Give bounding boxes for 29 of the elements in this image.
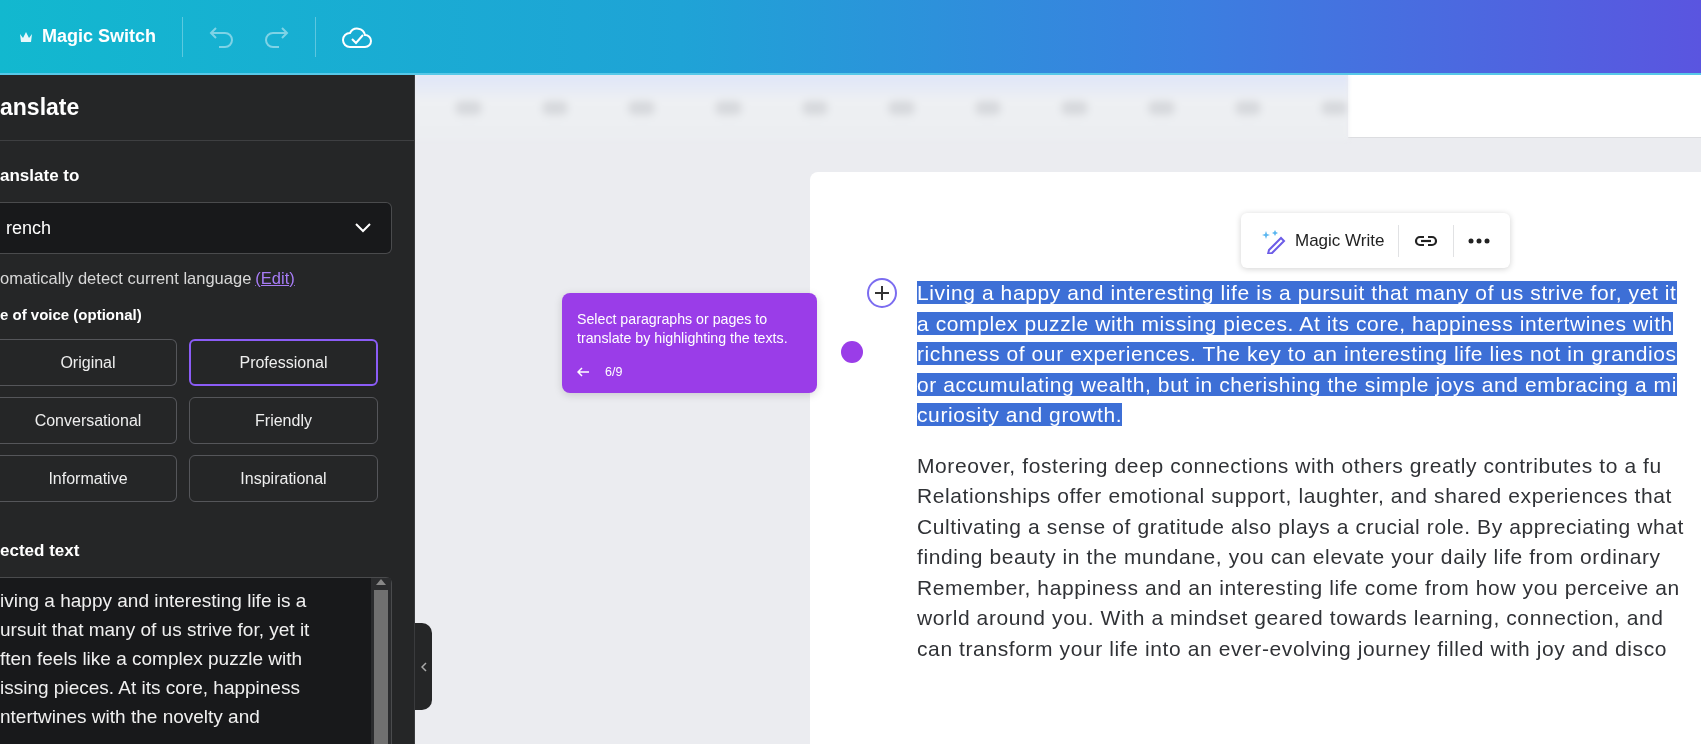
redo-icon xyxy=(263,25,290,48)
plus-icon xyxy=(875,286,889,300)
tone-option[interactable]: Original xyxy=(0,339,177,386)
more-icon xyxy=(1468,237,1491,244)
tone-option[interactable]: Friendly xyxy=(189,397,378,444)
tone-option[interactable]: Conversational xyxy=(0,397,177,444)
back-button[interactable] xyxy=(577,367,589,377)
selected-paragraph: Living a happy and interesting life is a pursuit that many of us strive for, yet it a complex puzzle with missing pieces. At its core, happiness intertwines with richness of our experiences. The key to an interesting life lies not in grandios or accumulating wealth, but in cherishing the simple joys and embracing a mi curiosity and growth. xyxy=(917,280,1678,428)
tooltip-text: Select paragraphs or pages to translate by highlighting the texts. xyxy=(577,310,789,348)
add-button[interactable] xyxy=(867,278,897,308)
edit-link[interactable]: (Edit) xyxy=(255,268,295,288)
chevron-down-icon xyxy=(355,223,371,233)
translate-to-label: anslate to xyxy=(0,165,81,187)
step-counter: 6/9 xyxy=(605,365,623,379)
collapse-panel-button[interactable] xyxy=(415,623,432,710)
paragraph: Moreover, fostering deep connections with others greatly contributes to a fu Relationships offer emotional support, laughter, and shared experiences that Cultivating a sense of gratitude also plays a crucial role. By appreciating what finding beauty in the mundane, you can elevate your daily life from ordinary Remember, happiness and an interesting life come from how you perceive an world around you. With a mindset geared towards learning, connection, and can transform your life into an ever-evolving journey filled with joy and disco xyxy=(917,452,1686,662)
selected-text-label: ected text xyxy=(0,540,81,562)
crown-icon xyxy=(20,31,32,42)
language-dropdown[interactable]: rench xyxy=(0,202,392,254)
chevron-left-icon xyxy=(420,661,427,672)
arrow-left-icon xyxy=(577,367,589,377)
detect-language-text: omatically detect current language xyxy=(0,268,252,288)
magic-write-button[interactable]: Magic Write xyxy=(1251,219,1395,262)
panel-title: anslate xyxy=(0,75,414,141)
tone-option[interactable]: Professional xyxy=(189,339,378,386)
tone-of-voice-label: e of voice (optional) xyxy=(0,304,143,325)
tone-option[interactable]: Inspirational xyxy=(189,455,378,502)
undo-icon xyxy=(209,25,236,48)
tone-option[interactable]: Informative xyxy=(0,455,177,502)
